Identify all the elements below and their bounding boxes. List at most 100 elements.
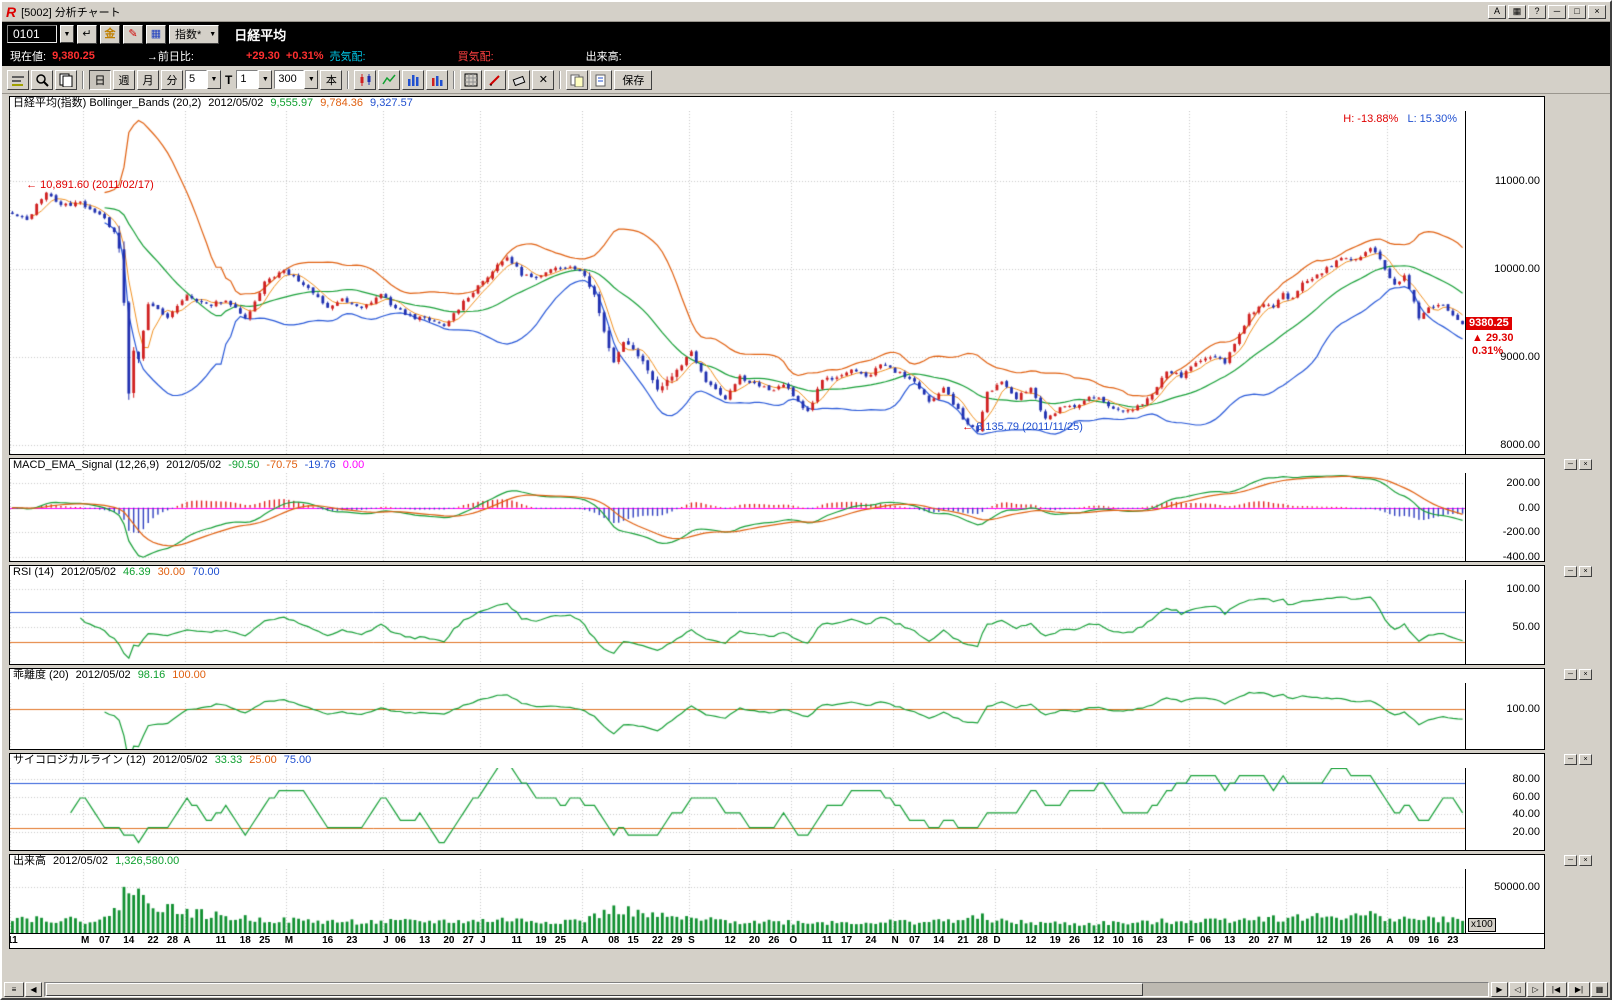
delete-icon[interactable]: ✕ [532, 69, 555, 90]
separator [559, 70, 562, 89]
scrollbar-thumb[interactable] [46, 983, 1143, 996]
window-layout-button[interactable]: ▦ [1508, 4, 1526, 19]
low-annotation-text: 8,135.79 (2011/11/25) [976, 421, 1083, 434]
bar-chart-icon[interactable] [402, 69, 425, 90]
macd-chart-canvas[interactable] [10, 473, 1465, 561]
axis-tick-label: 50000.00 [1494, 881, 1540, 894]
macd-axis: 200.00 0.00 -200.00 -400.00 [1466, 473, 1544, 564]
period-day-button[interactable]: 日 [89, 69, 111, 90]
main-plot-area: ← 10,891.60 (2011/02/17) ← 8,135.79 (201… [10, 111, 1466, 454]
volume-chart-canvas[interactable] [10, 869, 1465, 933]
xaxis-label: J [480, 935, 486, 946]
psycho-chart-canvas[interactable] [10, 768, 1465, 850]
tick-count-dropdown[interactable]: 1 ▼ [236, 70, 273, 89]
separator [82, 70, 84, 89]
zoom-icon[interactable] [31, 69, 53, 90]
volume-value: 1,326,580.00 [115, 855, 180, 867]
period-minute-button[interactable]: 分 [161, 69, 183, 90]
pencil-icon[interactable] [484, 69, 507, 90]
layout-grid-button[interactable]: ▦ [1591, 982, 1608, 997]
xaxis-label: N [891, 935, 899, 946]
page-new-icon[interactable] [590, 69, 613, 90]
period-week-button[interactable]: 週 [113, 69, 135, 90]
settings-icon[interactable] [7, 69, 29, 90]
xaxis-label: 19 [1340, 935, 1352, 946]
step-back-button[interactable]: ◁ [1509, 982, 1526, 997]
xaxis-label: 12 [1025, 935, 1037, 946]
save-button[interactable]: 保存 [614, 69, 653, 90]
window-a-button[interactable]: A [1488, 4, 1506, 19]
scroll-right-button[interactable]: ▶ [1491, 982, 1508, 997]
panel-close-button[interactable]: × [1579, 754, 1592, 765]
current-price-label: 現在値: [10, 51, 47, 63]
change-value: +29.30 [245, 50, 280, 62]
kairi-plot-area [10, 683, 1466, 749]
panel-close-button[interactable]: × [1579, 855, 1592, 866]
psycho-panel-header: サイコロジカルライン (12) 2012/05/02 33.33 25.00 7… [10, 754, 1544, 768]
volume-bars-icon[interactable] [426, 69, 449, 90]
main-price-axis: 9380.25 ▲ 29.30 0.31% 11000.00 10000.00 90… [1466, 111, 1544, 454]
panel-minimize-button[interactable]: ─ [1564, 855, 1577, 866]
xaxis-label: 19 [1049, 935, 1061, 946]
indicator-title: サイコロジカルライン (12) [13, 754, 146, 766]
rsi-chart-canvas[interactable] [10, 580, 1465, 664]
jump-start-button[interactable]: |◀ [1545, 982, 1567, 997]
panel-close-button[interactable]: × [1579, 459, 1592, 470]
minimize-button[interactable]: ─ [1548, 4, 1566, 19]
main-chart-canvas[interactable] [10, 111, 1465, 454]
step-forward-button[interactable]: ▷ [1527, 982, 1544, 997]
gold-icon[interactable]: 金 [100, 24, 120, 44]
xaxis-label: 06 [394, 935, 406, 946]
axis-tick-label: -400.00 [1502, 551, 1540, 564]
scroll-left-button[interactable]: ◀ [25, 982, 42, 997]
axis-tick-label: 10000.00 [1494, 263, 1540, 276]
chevron-down-icon[interactable]: ▼ [304, 70, 319, 89]
xaxis-label: 26 [768, 935, 780, 946]
xaxis-label: 12 [724, 935, 736, 946]
kairi-chart-canvas[interactable] [10, 683, 1465, 749]
grid-icon[interactable] [460, 69, 483, 90]
xaxis-label: 23 [346, 935, 358, 946]
bar-count-dropdown[interactable]: 300 ▼ [274, 70, 319, 89]
price-change-pct: 0.31% [1472, 344, 1504, 357]
panel-minimize-button[interactable]: ─ [1564, 754, 1577, 765]
chevron-down-icon[interactable]: ▼ [258, 70, 273, 89]
line-chart-icon[interactable] [378, 69, 401, 90]
minute-interval-dropdown[interactable]: 5 ▼ [185, 70, 221, 89]
xaxis-label: 12 [1316, 935, 1328, 946]
change-pct: +0.31% [285, 50, 324, 62]
volume-panel-header: 出来高 2012/05/02 1,326,580.00 [10, 855, 1544, 869]
candle-chart-icon[interactable] [354, 69, 377, 90]
separator [453, 70, 456, 89]
panel-close-button[interactable]: × [1579, 566, 1592, 577]
scrollbar-track[interactable] [44, 982, 1489, 997]
memo-icon[interactable]: ✎ [123, 24, 143, 44]
mini-chart-icon[interactable]: ▦ [146, 24, 166, 44]
panel-minimize-button[interactable]: ─ [1564, 459, 1577, 470]
xaxis-label: 13 [1224, 935, 1236, 946]
code-dropdown-button[interactable]: ▼ [60, 25, 74, 43]
list-icon[interactable]: ≡ [4, 982, 24, 997]
xaxis-label: O [789, 935, 798, 946]
kairi-panel-header: 乖離度 (20) 2012/05/02 98.16 100.00 [10, 669, 1544, 683]
code-input[interactable]: 0101 [7, 25, 57, 43]
close-button[interactable]: × [1588, 4, 1606, 19]
rsi-lower-level: 30.00 [157, 566, 186, 578]
maximize-button[interactable]: □ [1568, 4, 1586, 19]
period-month-button[interactable]: 月 [137, 69, 159, 90]
help-button[interactable]: ? [1528, 4, 1546, 19]
panel-close-button[interactable]: × [1579, 669, 1592, 680]
panel-minimize-button[interactable]: ─ [1564, 669, 1577, 680]
page-copy-icon[interactable] [566, 69, 589, 90]
bars-unit-button[interactable]: 本 [320, 69, 343, 90]
index-type-dropdown[interactable]: 指数* ▼ [169, 24, 220, 44]
jump-end-button[interactable]: ▶| [1568, 982, 1590, 997]
eraser-icon[interactable] [508, 69, 531, 90]
copy-page-icon[interactable] [55, 69, 77, 90]
high-low-stats: H: -13.88% L: 15.30% [1343, 113, 1457, 125]
chevron-down-icon[interactable]: ▼ [207, 70, 221, 89]
rsi-upper-level: 70.00 [192, 566, 220, 578]
xaxis-label: 20 [443, 935, 455, 946]
return-icon[interactable]: ↵ [77, 24, 97, 44]
panel-minimize-button[interactable]: ─ [1564, 566, 1577, 577]
